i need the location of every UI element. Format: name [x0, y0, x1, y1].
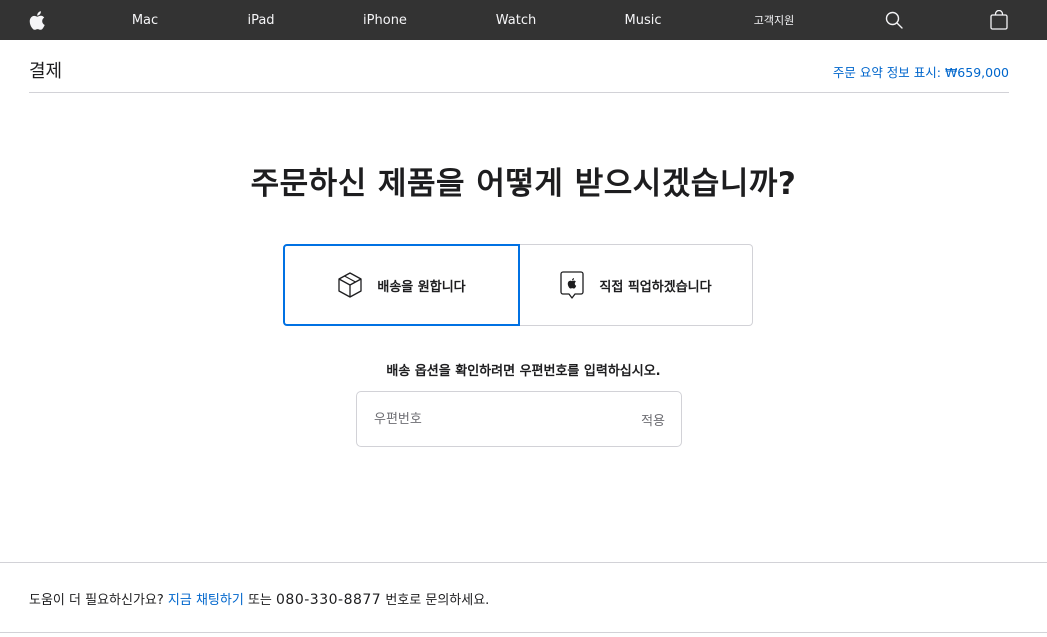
delivery-question-heading: 주문하신 제품을 어떻게 받으시겠습니까?: [250, 166, 797, 202]
zip-code-input[interactable]: [358, 393, 608, 445]
option-delivery[interactable]: 배송을 원합니다: [283, 244, 520, 326]
option-delivery-label: 배송을 원합니다: [377, 279, 466, 295]
option-pickup[interactable]: 직접 픽업하겠습니다: [519, 244, 753, 326]
box-icon: [337, 271, 363, 299]
phone-number: 080-330-8877: [276, 592, 382, 608]
page-title: 결제: [29, 61, 63, 82]
nav-item-iphone[interactable]: iPhone: [355, 0, 415, 40]
nav-item-watch[interactable]: Watch: [488, 0, 544, 40]
order-summary-link[interactable]: 주문 요약 정보 표시: ₩659,000: [833, 62, 1009, 81]
zip-prompt: 배송 옵션을 확인하려면 우편번호를 입력하십시오.: [386, 364, 661, 379]
nav-item-mac[interactable]: Mac: [122, 0, 168, 40]
search-icon[interactable]: [882, 0, 906, 40]
help-suffix: 번호로 문의하세요.: [385, 593, 490, 608]
nav-item-music[interactable]: Music: [615, 0, 671, 40]
help-middle: 또는: [247, 593, 272, 608]
nav-item-ipad[interactable]: iPad: [238, 0, 284, 40]
apple-logo-icon[interactable]: [24, 0, 50, 40]
zip-field-container: 적용: [356, 391, 682, 447]
header-divider: [29, 92, 1009, 93]
chat-now-link[interactable]: 지금 채팅하기: [168, 593, 244, 608]
option-pickup-label: 직접 픽업하겠습니다: [599, 279, 712, 295]
global-nav: Mac iPad iPhone Watch Music 고객지원: [0, 0, 1047, 40]
help-prefix: 도움이 더 필요하신가요?: [29, 593, 164, 608]
zip-apply-button[interactable]: 적용: [641, 392, 665, 446]
footer-divider-bottom: [0, 632, 1047, 633]
apple-store-icon: [559, 270, 585, 300]
nav-item-support[interactable]: 고객지원: [742, 0, 806, 40]
footer-divider-top: [0, 562, 1047, 563]
help-line: 도움이 더 필요하신가요? 지금 채팅하기 또는 080-330-8877 번호…: [29, 589, 489, 608]
shopping-bag-icon[interactable]: [987, 0, 1011, 40]
